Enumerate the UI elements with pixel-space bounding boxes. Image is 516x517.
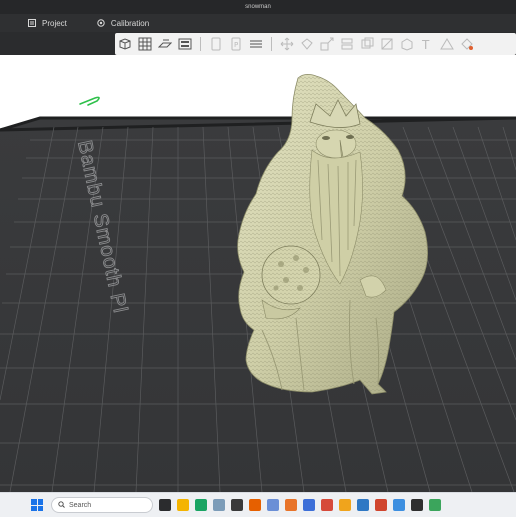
toolbar-separator — [200, 37, 201, 51]
project-icon — [28, 19, 36, 27]
box-button[interactable] — [399, 36, 415, 52]
layout-icon — [178, 38, 192, 50]
browser-icon[interactable] — [411, 499, 423, 511]
search-placeholder: Search — [69, 501, 92, 509]
plate-button[interactable] — [157, 36, 173, 52]
add-cube-button[interactable] — [117, 36, 133, 52]
measure-button[interactable] — [439, 36, 455, 52]
tab-bar: Project Calibration — [0, 14, 516, 32]
svg-text:T: T — [421, 38, 430, 51]
store-icon[interactable] — [213, 499, 225, 511]
seam-button[interactable] — [379, 36, 395, 52]
taskbar: Search — [0, 492, 516, 517]
start-button[interactable] — [31, 499, 43, 511]
bambu-studio-icon[interactable] — [429, 499, 441, 511]
support-button[interactable] — [359, 36, 375, 52]
settings-icon[interactable] — [321, 499, 333, 511]
paint-icon — [461, 38, 473, 50]
rotate-button[interactable] — [299, 36, 315, 52]
3d-viewport[interactable]: Bambu Smooth Pl — [0, 55, 516, 492]
box-icon — [401, 38, 413, 51]
support-icon — [361, 37, 374, 49]
move-icon — [280, 37, 294, 51]
photos-icon[interactable] — [177, 499, 189, 511]
svg-text:P: P — [234, 41, 238, 49]
add-cube-icon — [119, 38, 131, 50]
viewport-canvas[interactable]: Bambu Smooth Pl — [0, 55, 516, 492]
window-title: snowman — [245, 4, 271, 10]
arc-icon[interactable] — [375, 499, 387, 511]
toolbar: P T — [115, 33, 516, 55]
layers-icon — [250, 40, 262, 48]
orient-button[interactable] — [208, 36, 224, 52]
title-bar: snowman — [0, 0, 516, 14]
scale-button[interactable] — [319, 36, 335, 52]
mail-icon[interactable] — [285, 499, 297, 511]
calibration-icon — [97, 19, 105, 27]
tab-calibration-label: Calibration — [110, 18, 150, 28]
scale-icon — [320, 37, 334, 51]
grid-arrange-button[interactable] — [137, 36, 153, 52]
orient-icon — [211, 37, 221, 51]
plate-icon — [158, 39, 172, 48]
layout-button[interactable] — [177, 36, 193, 52]
seam-icon — [381, 38, 393, 50]
terminal-icon[interactable] — [231, 499, 243, 511]
bambu-icon[interactable] — [267, 499, 279, 511]
firefox-icon[interactable] — [249, 499, 261, 511]
cut-icon — [341, 38, 353, 50]
auto-plate-button[interactable]: P — [228, 36, 244, 52]
cut-button[interactable] — [339, 36, 355, 52]
auto-plate-icon: P — [231, 37, 241, 51]
layers-button[interactable] — [248, 36, 264, 52]
measure-icon — [440, 38, 454, 50]
ms-icon[interactable] — [357, 499, 369, 511]
text-button[interactable]: T — [419, 36, 435, 52]
text-icon: T — [421, 38, 430, 51]
tab-project-label: Project — [42, 18, 67, 28]
calendar-icon[interactable] — [303, 499, 315, 511]
tab-calibration[interactable]: Calibration — [87, 14, 159, 32]
move-button[interactable] — [279, 36, 295, 52]
file-explorer-icon[interactable] — [159, 499, 171, 511]
chrome-icon[interactable] — [339, 499, 351, 511]
tab-project[interactable]: Project — [18, 14, 77, 32]
toolbar-separator — [271, 37, 272, 51]
paint-button[interactable] — [459, 36, 475, 52]
edge-icon[interactable] — [195, 499, 207, 511]
grid-arrange-icon — [138, 37, 152, 51]
bambu-logo-icon — [79, 96, 100, 106]
search-icon — [58, 500, 65, 510]
search-box[interactable]: Search — [51, 497, 153, 513]
vlc-icon[interactable] — [393, 499, 405, 511]
rotate-icon — [301, 38, 313, 50]
